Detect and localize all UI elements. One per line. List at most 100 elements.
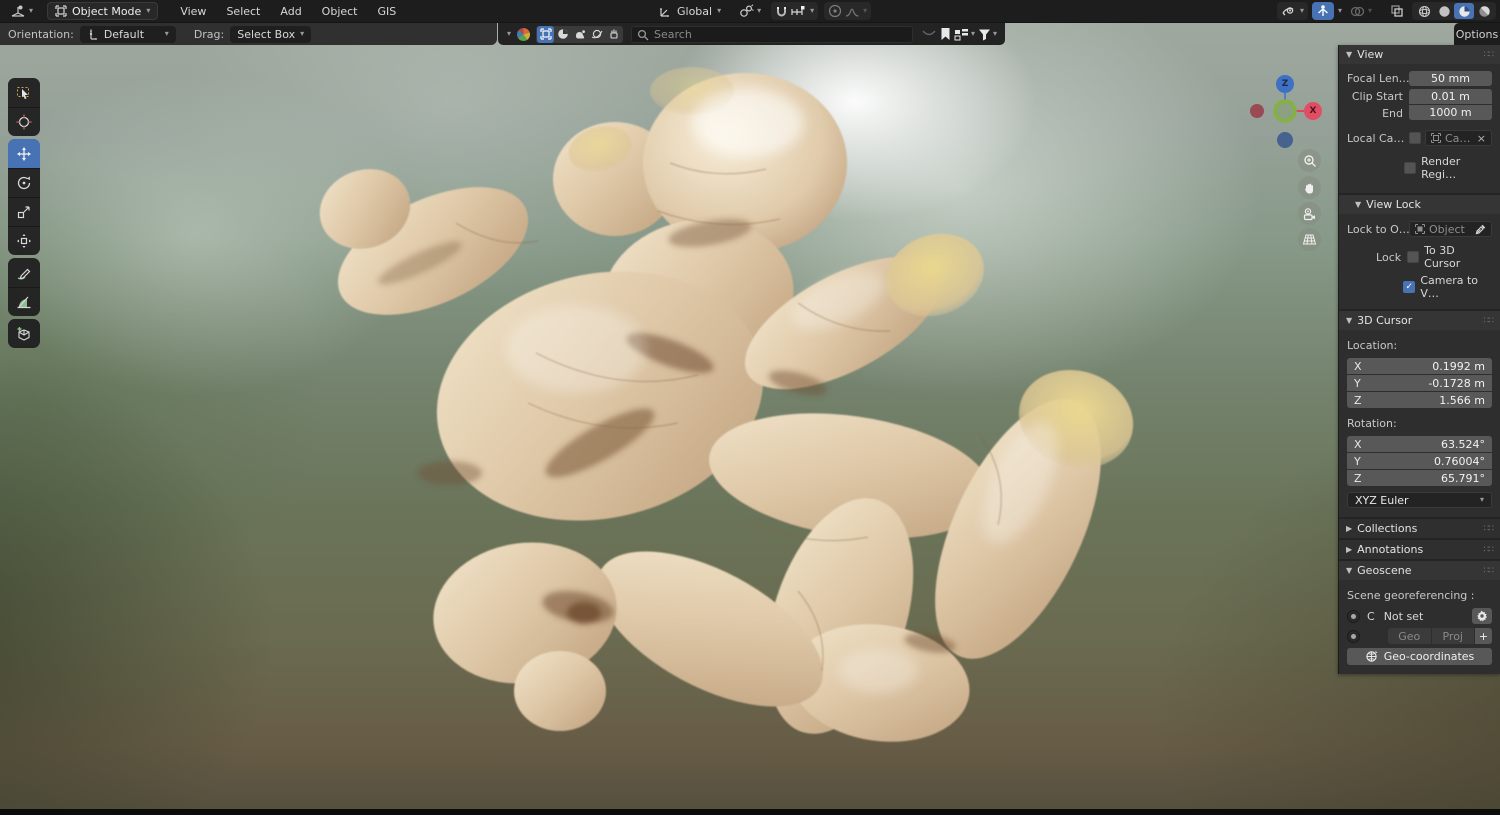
panel-collections-header[interactable]: ▶ Collections ∷∷ <box>1339 519 1500 538</box>
local-camera-field[interactable]: Ca… × <box>1425 130 1492 146</box>
filter-materials-button[interactable] <box>554 26 571 43</box>
focal-length-field[interactable]: 50 mm <box>1409 71 1492 86</box>
snap-increment-icon <box>791 5 807 17</box>
bookmark-icon[interactable] <box>940 27 951 41</box>
add-cube-tool-button[interactable] <box>8 319 40 348</box>
shading-wireframe-button[interactable] <box>1414 3 1434 19</box>
pivot-point-dropdown[interactable]: ▾ <box>735 2 765 20</box>
pan-view-button[interactable] <box>1298 176 1321 199</box>
filter-brush-button[interactable] <box>605 26 622 43</box>
move-tool-button[interactable] <box>8 139 40 168</box>
transform-orientation-dropdown[interactable]: Global ▾ <box>650 2 729 20</box>
drag-dropdown[interactable]: Select Box ▾ <box>230 26 311 43</box>
rotation-mode-dropdown[interactable]: XYZ Euler ▾ <box>1347 492 1492 508</box>
menu-add[interactable]: Add <box>280 5 301 18</box>
grip-icon[interactable]: ∷∷ <box>1484 524 1493 534</box>
crs-settings-button[interactable] <box>1472 608 1492 624</box>
show-overlays-toggle[interactable]: ▾ <box>1346 2 1376 20</box>
paw-icon <box>574 28 586 40</box>
zoom-view-button[interactable] <box>1298 149 1321 172</box>
tool-options-tab[interactable]: Options <box>1454 23 1500 45</box>
scale-tool-button[interactable] <box>8 197 40 226</box>
local-camera-checkbox[interactable] <box>1409 132 1421 144</box>
ginger-model[interactable] <box>278 51 1138 751</box>
display-mode-dropdown[interactable]: ▾ <box>954 28 975 41</box>
close-icon[interactable]: × <box>1477 132 1486 145</box>
frame-icon <box>540 28 552 40</box>
cursor-tool-button[interactable] <box>8 107 40 136</box>
cursor-rotation-y-field[interactable]: Y 0.76004° <box>1347 453 1492 469</box>
menu-gis[interactable]: GIS <box>378 5 397 18</box>
half-sphere-icon <box>557 28 569 40</box>
viewport-3d[interactable]: Z X <box>0 23 1500 809</box>
rotate-tool-button[interactable] <box>8 168 40 197</box>
cursor-location-y-field[interactable]: Y -0.1728 m <box>1347 375 1492 391</box>
show-gizmo-toggle[interactable] <box>1312 2 1334 20</box>
crs-radio[interactable] <box>1347 610 1360 623</box>
lock-label: Lock <box>1347 251 1407 264</box>
to-3d-cursor-checkbox[interactable] <box>1407 251 1419 263</box>
menu-object[interactable]: Object <box>322 5 358 18</box>
chevron-down-icon[interactable]: ▾ <box>1338 7 1342 15</box>
filter-world-button[interactable] <box>588 26 605 43</box>
clip-end-field[interactable]: 1000 m <box>1409 105 1492 120</box>
grip-icon[interactable]: ∷∷ <box>1484 50 1493 60</box>
visibility-dropdown[interactable]: ▾ <box>1277 2 1308 20</box>
menu-select[interactable]: Select <box>226 5 260 18</box>
grip-icon[interactable]: ∷∷ <box>1484 545 1493 555</box>
axis-z-ball[interactable]: Z <box>1276 75 1294 93</box>
lock-to-object-field[interactable]: Object <box>1409 221 1492 237</box>
panel-geoscene-header[interactable]: ▼ Geoscene ∷∷ <box>1339 561 1500 580</box>
measure-tool-button[interactable] <box>8 287 40 316</box>
navigation-gizmo[interactable]: Z X <box>1240 68 1335 258</box>
camera-view-button[interactable] <box>1298 202 1321 225</box>
chevron-down-icon[interactable]: ▾ <box>507 30 511 38</box>
proj-radio[interactable] <box>1347 630 1360 643</box>
proportional-edit-group[interactable]: ▾ <box>824 2 871 20</box>
editor-type-button[interactable]: ▾ <box>6 2 37 21</box>
collapse-arc-icon[interactable] <box>921 29 937 39</box>
filter-animals-button[interactable] <box>571 26 588 43</box>
cursor-rotation-x-field[interactable]: X 63.524° <box>1347 436 1492 452</box>
rotate-tool-icon <box>16 175 32 191</box>
geo-coordinates-button[interactable]: Geo-coordinates <box>1347 648 1492 665</box>
filter-objects-button[interactable] <box>537 26 554 43</box>
panel-3d-cursor-header[interactable]: ▼ 3D Cursor ∷∷ <box>1339 311 1500 330</box>
select-box-tool-button[interactable] <box>8 78 40 107</box>
render-region-checkbox[interactable] <box>1404 162 1416 174</box>
xray-toggle[interactable] <box>1386 2 1408 20</box>
toggle-perspective-button[interactable] <box>1298 228 1321 251</box>
asset-category-button[interactable] <box>515 26 532 43</box>
grip-icon[interactable]: ∷∷ <box>1484 316 1493 326</box>
shading-material-button[interactable] <box>1454 3 1474 19</box>
add-crs-button[interactable]: + <box>1475 628 1492 644</box>
shading-rendered-button[interactable] <box>1474 3 1494 19</box>
search-field-wrap <box>631 26 913 43</box>
cursor-location-x-field[interactable]: X 0.1992 m <box>1347 358 1492 374</box>
triangle-open-icon: ▼ <box>1346 566 1352 575</box>
panel-view-lock-header[interactable]: ▼ View Lock <box>1339 195 1500 214</box>
cursor-rotation-z-field[interactable]: Z 65.791° <box>1347 470 1492 486</box>
panel-annotations-header[interactable]: ▶ Annotations ∷∷ <box>1339 540 1500 559</box>
search-input[interactable] <box>631 26 913 43</box>
axis-x-ball[interactable]: X <box>1304 102 1322 120</box>
filter-dropdown[interactable]: ▾ <box>978 28 997 41</box>
panel-view-title: View <box>1357 48 1383 61</box>
geo-button[interactable]: Geo <box>1388 628 1431 644</box>
annotate-tool-button[interactable] <box>8 258 40 287</box>
proj-button[interactable]: Proj <box>1432 628 1475 644</box>
xray-icon <box>1390 4 1404 18</box>
orientation-dropdown[interactable]: Default ▾ <box>80 26 176 43</box>
snap-toggle-group[interactable]: ▾ <box>771 2 818 20</box>
menu-view[interactable]: View <box>180 5 206 18</box>
shading-solid-button[interactable] <box>1434 3 1454 19</box>
grip-icon[interactable]: ∷∷ <box>1484 566 1493 576</box>
transform-tool-button[interactable] <box>8 226 40 255</box>
clip-start-field[interactable]: 0.01 m <box>1409 89 1492 104</box>
cursor-location-z-field[interactable]: Z 1.566 m <box>1347 392 1492 408</box>
mode-dropdown[interactable]: Object Mode ▾ <box>47 2 158 20</box>
panel-view-header[interactable]: ▼ View ∷∷ <box>1339 45 1500 64</box>
visibility-eye-icon <box>1281 5 1297 18</box>
eyedropper-icon[interactable] <box>1475 224 1486 235</box>
camera-to-view-checkbox[interactable]: ✓ <box>1403 281 1415 293</box>
